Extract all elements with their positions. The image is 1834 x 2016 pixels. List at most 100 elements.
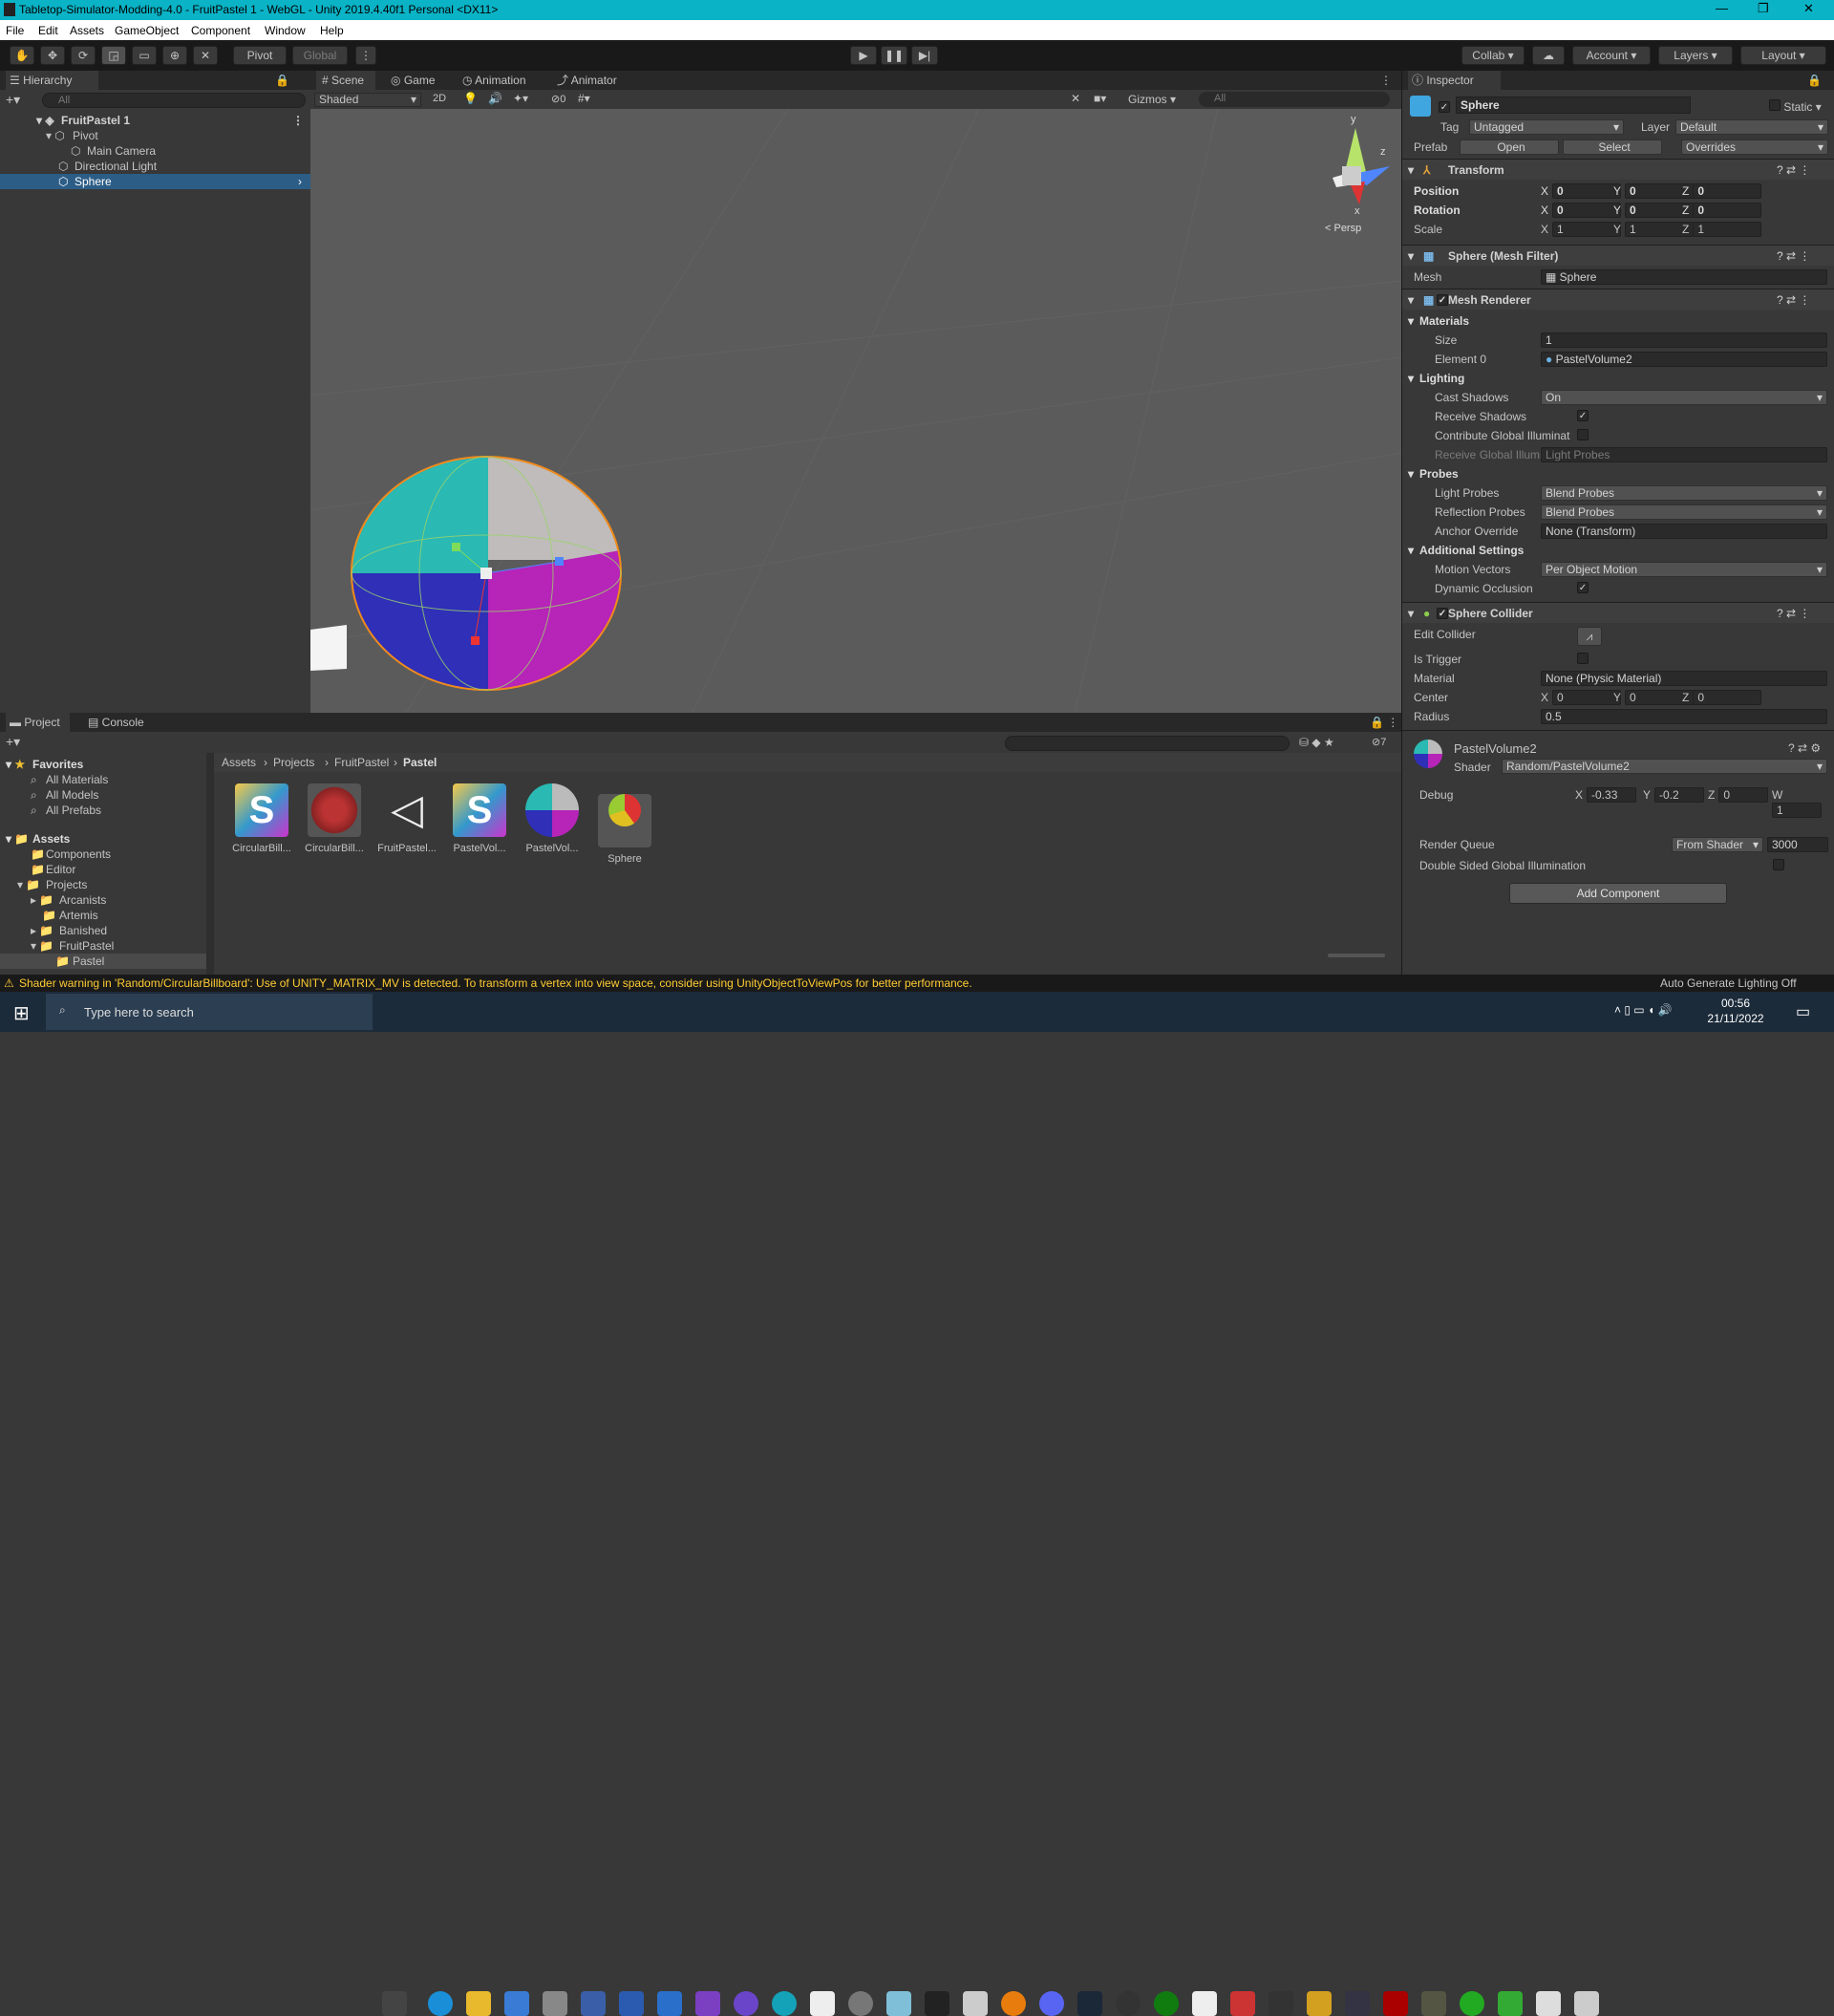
task-view-icon[interactable] xyxy=(382,1991,407,2016)
light-toggle-icon[interactable]: 💡 xyxy=(463,92,478,105)
menu-component[interactable]: Component xyxy=(191,24,250,37)
radius-input[interactable]: 0.5 xyxy=(1541,709,1827,724)
tray-icons[interactable]: ˄ ▯ ▭ ◖ 🔊 xyxy=(1614,1003,1672,1017)
obs-icon[interactable] xyxy=(1116,1991,1141,2016)
additional-settings-foldout[interactable]: ▾ Additional Settings xyxy=(1402,541,1834,560)
file-explorer-icon[interactable] xyxy=(466,1991,491,2016)
tree-banished[interactable]: ▸ 📁 Banished xyxy=(0,923,206,938)
app-icon-6[interactable] xyxy=(886,1991,911,2016)
terminal-icon[interactable] xyxy=(925,1991,949,2016)
visual-studio-icon[interactable] xyxy=(695,1991,720,2016)
icon-size-slider[interactable] xyxy=(1328,954,1385,957)
tag-dropdown[interactable]: Untagged ▾ xyxy=(1469,119,1624,135)
custom-tool-icon[interactable]: ✕ xyxy=(193,46,218,65)
unity-taskbar-icon[interactable] xyxy=(1536,1991,1561,2016)
tree-all-models[interactable]: ⌕ All Models xyxy=(0,787,206,803)
tree-arcanists[interactable]: ▸ 📁 Arcanists xyxy=(0,892,206,908)
hierarchy-item-main-camera[interactable]: ⬡ Main Camera xyxy=(0,143,310,159)
play-button[interactable]: ▶ xyxy=(850,46,877,65)
menu-window[interactable]: Window xyxy=(265,24,306,37)
center-x-input[interactable]: 0 xyxy=(1552,690,1622,705)
rotation-z-input[interactable]: 0 xyxy=(1693,203,1762,218)
tab-animation[interactable]: ◷ Animation xyxy=(462,71,526,90)
center-z-input[interactable]: 0 xyxy=(1693,690,1762,705)
breadcrumb-pastel[interactable]: Pastel xyxy=(403,753,437,772)
tab-animator[interactable]: ⤴ Animator xyxy=(557,71,617,90)
lock-icon[interactable]: 🔒 xyxy=(275,71,289,90)
collider-header[interactable]: ▾ ● ✓ Sphere Collider? ⇄ ⋮ xyxy=(1402,602,1834,623)
tree-fruitpastel[interactable]: ▾ 📁 FruitPastel xyxy=(0,938,206,954)
layer-dropdown[interactable]: Default ▾ xyxy=(1675,119,1828,135)
collider-material-field[interactable]: None (Physic Material) xyxy=(1541,671,1827,686)
arduino-icon[interactable] xyxy=(772,1991,797,2016)
app-icon-13[interactable] xyxy=(1421,1991,1446,2016)
vscode-icon[interactable] xyxy=(657,1991,682,2016)
gizmos-dropdown[interactable]: Gizmos ▾ xyxy=(1128,93,1176,106)
filter-icons[interactable]: ⛁ ◆ ★ xyxy=(1299,736,1334,749)
element0-field[interactable]: ● PastelVolume2 xyxy=(1541,352,1827,367)
tree-pastel[interactable]: 📁 Pastel xyxy=(0,954,206,969)
unity-editor-active-icon[interactable] xyxy=(1574,1991,1599,2016)
materials-size-input[interactable]: 1 xyxy=(1541,332,1827,348)
github-icon[interactable] xyxy=(734,1991,758,2016)
auto-lighting-status[interactable]: Auto Generate Lighting Off xyxy=(1660,975,1797,992)
asset-circularbillboard-material[interactable]: CircularBill... xyxy=(301,783,368,854)
minimize-icon[interactable]: — xyxy=(1716,1,1728,15)
prefab-overrides-dropdown[interactable]: Overrides ▾ xyxy=(1681,139,1828,155)
scale-tool-icon[interactable]: ◲ xyxy=(101,46,126,65)
pause-button[interactable]: ❚❚ xyxy=(881,46,907,65)
transform-header[interactable]: ▾ ⅄ Transform? ⇄ ⋮ xyxy=(1402,159,1834,180)
probes-foldout[interactable]: ▾ Probes xyxy=(1402,464,1834,483)
app-icon-9[interactable] xyxy=(1269,1991,1293,2016)
object-name-input[interactable]: Sphere xyxy=(1456,97,1691,114)
tab-console[interactable]: ▤ Console xyxy=(88,713,144,732)
hidden-objects-counter[interactable]: ⊘0 xyxy=(551,93,565,105)
close-icon[interactable]: ✕ xyxy=(1803,1,1814,16)
app-icon-11[interactable] xyxy=(1345,1991,1370,2016)
clock-date[interactable]: 21/11/2022 xyxy=(1702,1012,1769,1025)
meshrenderer-header[interactable]: ▾ ▦ ✓ Mesh Renderer? ⇄ ⋮ xyxy=(1402,289,1834,310)
asset-pastelvolume-shader[interactable]: S PastelVol... xyxy=(446,783,513,854)
rotate-tool-icon[interactable]: ⟳ xyxy=(71,46,96,65)
project-hidden-counter[interactable]: ⊘7 xyxy=(1372,736,1386,748)
hierarchy-search-input[interactable]: All xyxy=(42,93,306,108)
project-add-icon[interactable]: +▾ xyxy=(6,734,20,750)
debug-x-input[interactable]: -0.33 xyxy=(1587,787,1637,803)
menu-gameobject[interactable]: GameObject xyxy=(115,24,179,37)
inspector-tab[interactable]: ⓘ Inspector xyxy=(1408,71,1501,90)
y-handle[interactable] xyxy=(452,543,460,551)
x-handle[interactable] xyxy=(471,636,480,645)
app-icon-4[interactable] xyxy=(810,1991,835,2016)
blender-icon[interactable] xyxy=(1001,1991,1026,2016)
xbox-icon[interactable] xyxy=(1154,1991,1179,2016)
position-x-input[interactable]: 0 xyxy=(1552,183,1622,199)
prefab-select-button[interactable]: Select xyxy=(1563,139,1662,155)
hierarchy-tab[interactable]: ☰ Hierarchy xyxy=(6,71,99,90)
lighting-foldout[interactable]: ▾ Lighting xyxy=(1402,369,1834,388)
global-toggle[interactable]: Global xyxy=(292,46,348,65)
is-trigger-checkbox[interactable] xyxy=(1577,653,1589,664)
app-icon-15[interactable] xyxy=(1498,1991,1523,2016)
notification-icon[interactable]: ▭ xyxy=(1796,1002,1810,1021)
app-icon-12[interactable] xyxy=(1383,1991,1408,2016)
app-icon-2[interactable] xyxy=(581,1991,606,2016)
pivot-toggle[interactable]: Pivot xyxy=(233,46,287,65)
app-icon-7[interactable] xyxy=(963,1991,988,2016)
layout-dropdown[interactable]: Layout ▾ xyxy=(1740,46,1826,65)
hierarchy-item-fruitpastel[interactable]: ▾ ◈ FruitPastel 1 ⋮ xyxy=(0,113,310,128)
tree-artemis[interactable]: 📁 Artemis xyxy=(0,908,206,923)
double-sided-gi-checkbox[interactable] xyxy=(1773,859,1784,870)
debug-w-input[interactable]: 1 xyxy=(1772,803,1822,818)
inspector-lock-icon[interactable]: 🔒 xyxy=(1807,71,1822,90)
unity-hub-icon[interactable] xyxy=(1192,1991,1217,2016)
add-component-button[interactable]: Add Component xyxy=(1509,883,1727,904)
asset-circularbillboard-shader[interactable]: S CircularBill... xyxy=(228,783,295,854)
audio-toggle-icon[interactable]: 🔊 xyxy=(488,92,502,105)
light-probes-dropdown[interactable]: Blend Probes ▾ xyxy=(1541,485,1827,501)
tree-scrollbar[interactable] xyxy=(206,753,214,975)
menu-help[interactable]: Help xyxy=(320,24,344,37)
scene-menu-icon[interactable]: ⋮ xyxy=(1380,71,1392,90)
add-icon[interactable]: +▾ xyxy=(6,92,20,108)
account-dropdown[interactable]: Account ▾ xyxy=(1572,46,1651,65)
app-icon-1[interactable] xyxy=(543,1991,567,2016)
